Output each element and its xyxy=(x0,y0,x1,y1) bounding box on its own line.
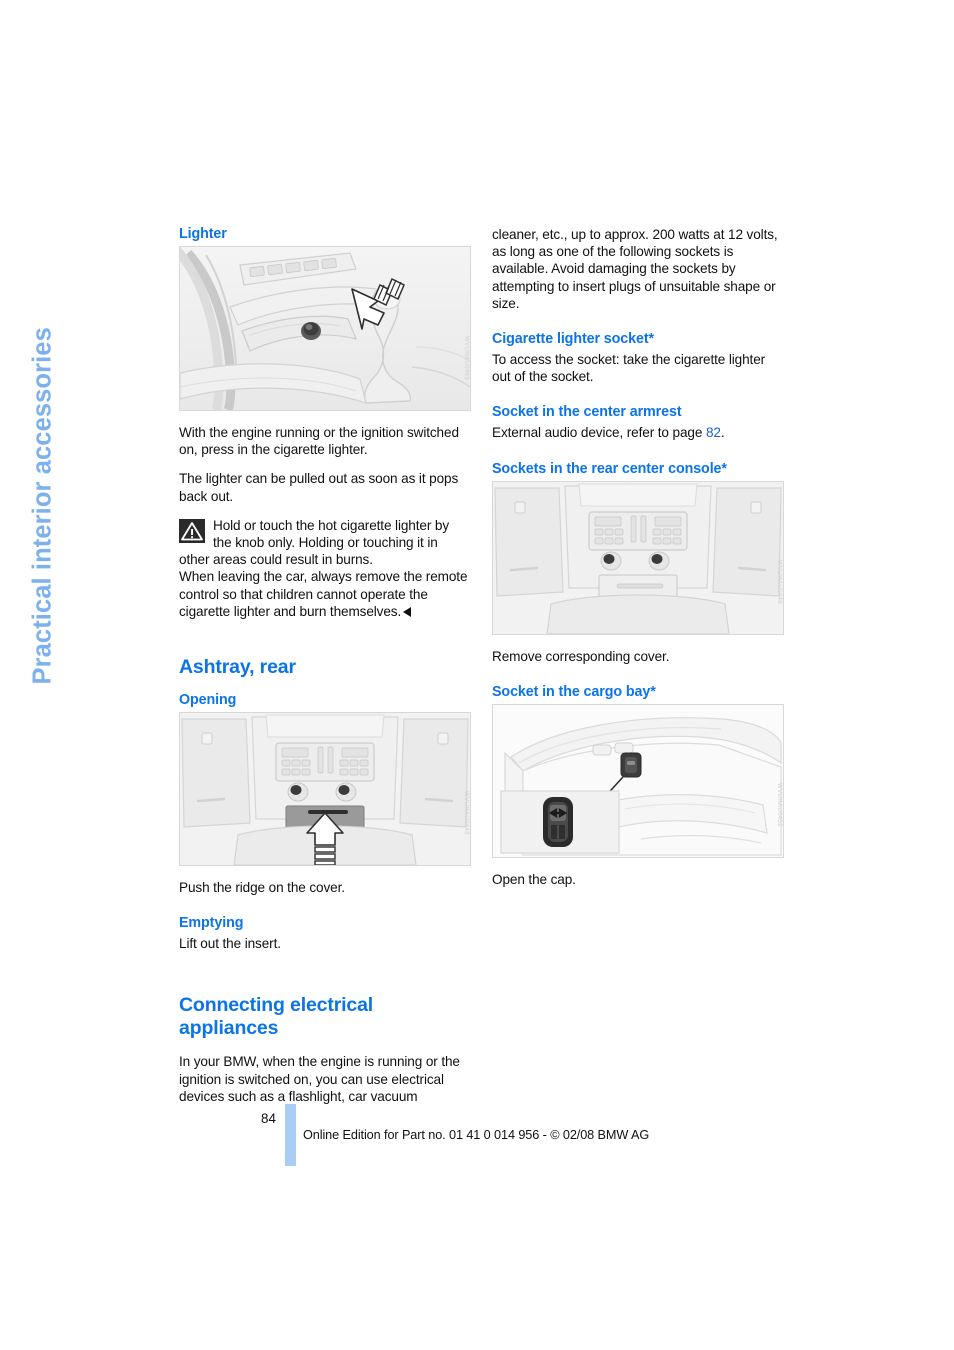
lighter-warning-text-2: When leaving the car, always remove the … xyxy=(179,569,468,619)
lighter-para-2: The lighter can be pulled out as soon as… xyxy=(179,471,459,504)
lighter-para-1: With the engine running or the ignition … xyxy=(179,425,459,458)
warning-triangle-icon xyxy=(179,518,205,543)
armrest-text-before: External audio device, refer to page xyxy=(492,425,706,441)
continued-paragraph: cleaner, etc., up to approx. 200 watts a… xyxy=(492,227,778,311)
ashtray-opening-caption: Push the ridge on the cover. xyxy=(179,880,345,896)
chapter-tab-label: Practical interior accessories xyxy=(28,327,57,685)
figure-code: WVUHAU0452 xyxy=(776,782,782,827)
rear-console-caption: Remove corresponding cover. xyxy=(492,648,670,664)
cargo-bay-caption: Open the cap. xyxy=(492,871,576,887)
heading-cigarette-lighter-socket: Cigarette lighter socket* xyxy=(492,331,654,348)
page-reference-link[interactable]: 82 xyxy=(706,425,721,440)
figure-cargo-bay-socket: WVUHAU0452 xyxy=(492,703,784,858)
figure-code: WVUHAU0448 xyxy=(463,791,469,836)
cigarette-socket-text: To access the socket: take the cigarette… xyxy=(492,352,766,385)
heading-lighter: Lighter xyxy=(179,226,227,242)
heading-socket-cargo-bay: Socket in the cargo bay* xyxy=(492,683,656,700)
end-of-note-marker xyxy=(403,606,412,617)
armrest-socket-text: External audio device, refer to page 82. xyxy=(492,424,782,441)
left-column: Lighter WVUHAU0463 With the engine runni… xyxy=(179,226,471,1117)
footer-imprint: Online Edition for Part no. 01 41 0 014 … xyxy=(303,1128,650,1142)
heading-connecting-electrical-appliances: Connecting electrical appliances xyxy=(179,994,469,1040)
manual-page: Practical interior accessories Lighter W… xyxy=(0,0,954,1350)
heading-opening: Opening xyxy=(179,692,237,709)
heading-sockets-rear-center-console: Sockets in the rear center console* xyxy=(492,460,727,477)
heading-ashtray-rear: Ashtray, rear xyxy=(179,656,296,679)
heading-socket-center-armrest: Socket in the center armrest xyxy=(492,404,682,421)
page-marker-bar xyxy=(285,1104,296,1166)
lighter-warning: Hold or touch the hot cigarette lighter … xyxy=(179,517,469,620)
heading-line-2: appliances xyxy=(179,1017,279,1040)
armrest-text-after: . xyxy=(720,425,725,441)
right-column: cleaner, etc., up to approx. 200 watts a… xyxy=(492,226,784,888)
page-number: 84 xyxy=(261,1111,276,1126)
chapter-tab: Practical interior accessories xyxy=(0,0,60,700)
figure-code: WVUHAU0463 xyxy=(463,336,469,381)
figure-lighter: WVUHAU0463 xyxy=(179,246,471,411)
heading-line-1: Connecting electrical xyxy=(179,994,374,1017)
ashtray-emptying-text: Lift out the insert. xyxy=(179,936,281,952)
figure-code: WVUHAU0448 xyxy=(776,559,782,604)
lighter-warning-text: Hold or touch the hot cigarette lighter … xyxy=(179,517,450,568)
figure-rear-console-sockets: WVUHAU0448 xyxy=(492,480,784,635)
page-footer: 84 Online Edition for Part no. 01 41 0 0… xyxy=(0,1104,954,1174)
connecting-para: In your BMW, when the engine is running … xyxy=(179,1054,460,1104)
figure-ashtray-opening: WVUHAU0448 xyxy=(179,712,471,867)
heading-emptying: Emptying xyxy=(179,915,244,932)
